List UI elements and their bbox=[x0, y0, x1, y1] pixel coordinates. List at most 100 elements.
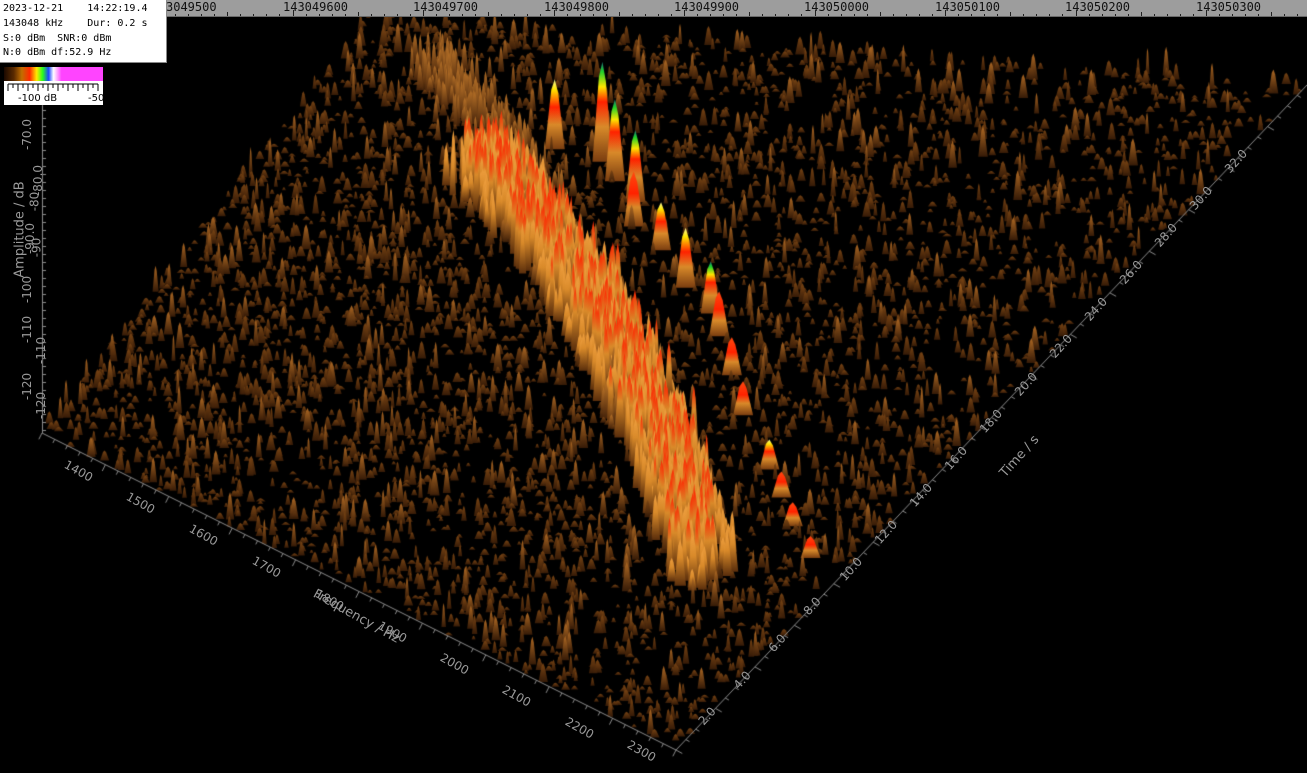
ruler-tick bbox=[227, 12, 229, 16]
ruler-tick bbox=[918, 14, 920, 16]
ruler-tick bbox=[449, 14, 451, 16]
ruler-tick bbox=[1023, 14, 1025, 16]
amplitude-tick: -110 bbox=[20, 315, 35, 344]
ruler-tick bbox=[501, 14, 503, 16]
ruler-tick bbox=[1297, 14, 1299, 16]
ruler-tick bbox=[462, 14, 464, 16]
ruler-tick bbox=[188, 14, 190, 16]
ruler-tick bbox=[1062, 14, 1064, 16]
ruler-tick bbox=[1114, 14, 1116, 16]
color-scale-legend: -100 dB -50 bbox=[4, 67, 105, 105]
ruler-tick bbox=[409, 14, 411, 16]
ruler-tick bbox=[1284, 14, 1286, 16]
ruler-tick bbox=[814, 10, 816, 16]
ruler-tick bbox=[253, 14, 255, 16]
ruler-tick bbox=[840, 14, 842, 16]
legend-min-label: -100 dB bbox=[18, 93, 58, 104]
amplitude-tick: -70.0 bbox=[20, 118, 35, 151]
ruler-tick bbox=[214, 14, 216, 16]
ruler-tick bbox=[710, 14, 712, 16]
ruler-tick bbox=[1127, 14, 1129, 16]
ruler-tick-label: 3049500 bbox=[166, 0, 217, 14]
ruler-tick bbox=[383, 14, 385, 16]
ruler-tick bbox=[566, 14, 568, 16]
ruler-tick bbox=[644, 14, 646, 16]
ruler-tick bbox=[801, 14, 803, 16]
ruler-tick bbox=[775, 14, 777, 16]
ruler-tick bbox=[1232, 14, 1234, 16]
ruler-tick bbox=[1245, 14, 1247, 16]
ruler-tick bbox=[684, 10, 685, 16]
frequency-duration-readout: 143048 kHz Dur: 0.2 s bbox=[3, 18, 148, 29]
ruler-tick bbox=[527, 14, 529, 16]
ruler-tick bbox=[318, 14, 320, 16]
ruler-tick bbox=[305, 14, 307, 16]
waterfall-3d-plot[interactable] bbox=[0, 0, 1307, 773]
ruler-tick bbox=[749, 12, 751, 16]
ruler-tick bbox=[553, 10, 555, 16]
ruler-tick bbox=[475, 14, 477, 16]
ruler-tick bbox=[357, 12, 359, 16]
ruler-tick bbox=[788, 14, 790, 16]
ruler-tick bbox=[723, 14, 725, 16]
ruler-tick bbox=[657, 14, 659, 16]
ruler-tick bbox=[984, 14, 986, 16]
ruler-tick bbox=[1271, 12, 1273, 16]
ruler-tick bbox=[579, 14, 581, 16]
ruler-tick bbox=[1101, 14, 1103, 16]
ruler-tick bbox=[971, 14, 973, 16]
ruler-tick bbox=[1219, 14, 1221, 16]
ruler-tick bbox=[1206, 10, 1207, 16]
ruler-tick bbox=[592, 14, 594, 16]
amplitude-tick: -80 bbox=[27, 191, 42, 212]
spectrum-3d-viewer: 3049500 143049600 143049700 143049800 14… bbox=[0, 0, 1307, 773]
ruler-tick bbox=[436, 14, 438, 16]
ruler-tick bbox=[879, 12, 881, 16]
ruler-tick bbox=[1192, 14, 1194, 16]
ruler-tick bbox=[292, 10, 294, 16]
amplitude-tick: -110 bbox=[34, 336, 49, 365]
noise-df-readout: N:0 dBm df:52.9 Hz bbox=[3, 47, 112, 58]
ruler-tick bbox=[1153, 14, 1155, 16]
ruler-tick bbox=[762, 14, 764, 16]
legend-max-label: -50 bbox=[88, 93, 105, 104]
ruler-tick bbox=[892, 14, 894, 16]
frequency-ruler[interactable]: 3049500 143049600 143049700 143049800 14… bbox=[166, 0, 1307, 17]
ruler-tick bbox=[201, 14, 203, 16]
ruler-tick bbox=[931, 14, 933, 16]
ruler-tick bbox=[997, 14, 999, 16]
amplitude-tick: -120 bbox=[34, 391, 49, 420]
ruler-tick bbox=[423, 10, 424, 16]
ruler-tick bbox=[266, 14, 268, 16]
ruler-tick bbox=[1075, 10, 1077, 16]
ruler-tick bbox=[1049, 14, 1051, 16]
ruler-tick bbox=[540, 14, 542, 16]
ruler-tick bbox=[827, 14, 829, 16]
ruler-tick bbox=[631, 14, 633, 16]
ruler-tick bbox=[1036, 14, 1038, 16]
ruler-tick bbox=[853, 14, 855, 16]
date-time-readout: 2023-12-21 14:22:19.4 bbox=[3, 3, 148, 14]
amplitude-tick: -100 bbox=[20, 275, 35, 304]
ruler-tick bbox=[945, 10, 946, 16]
ruler-tick bbox=[618, 12, 620, 16]
ruler-tick bbox=[905, 14, 907, 16]
color-gradient-bar bbox=[4, 67, 103, 81]
ruler-tick bbox=[175, 14, 177, 16]
ruler-tick bbox=[488, 12, 490, 16]
info-panel: 2023-12-21 14:22:19.4 143048 kHz Dur: 0.… bbox=[0, 0, 167, 63]
amplitude-tick: -120 bbox=[20, 372, 35, 401]
ruler-tick bbox=[331, 14, 333, 16]
ruler-tick bbox=[370, 14, 372, 16]
ruler-tick bbox=[396, 14, 398, 16]
ruler-tick bbox=[1010, 12, 1012, 16]
ruler-tick bbox=[1088, 14, 1090, 16]
ruler-tick bbox=[1179, 14, 1181, 16]
ruler-tick bbox=[958, 14, 960, 16]
ruler-tick bbox=[697, 14, 699, 16]
signal-snr-readout: S:0 dBm SNR:0 dBm bbox=[3, 33, 112, 44]
amplitude-tick: -90 bbox=[29, 237, 44, 258]
ruler-tick bbox=[1166, 14, 1168, 16]
ruler-tick bbox=[279, 14, 281, 16]
ruler-tick bbox=[1258, 14, 1260, 16]
